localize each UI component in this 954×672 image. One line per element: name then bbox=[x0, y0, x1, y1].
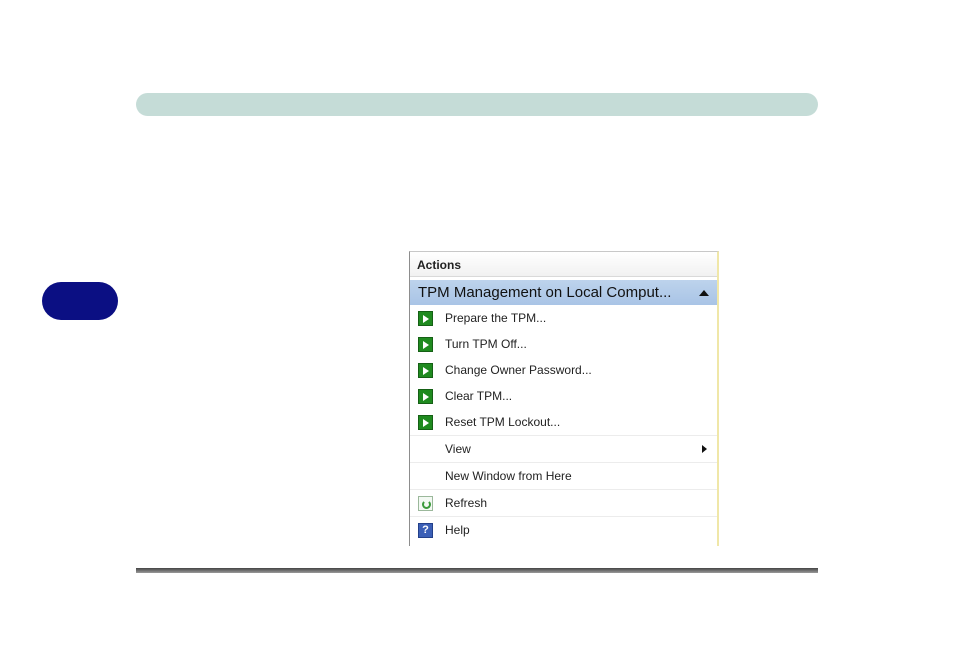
actions-panel-title: Actions bbox=[410, 252, 717, 277]
help-icon: ? bbox=[418, 523, 433, 538]
action-label: Clear TPM... bbox=[445, 389, 513, 403]
header-bar bbox=[136, 93, 818, 116]
refresh-icon bbox=[418, 496, 433, 511]
action-list: Prepare the TPM... Turn TPM Off... Chang… bbox=[410, 305, 717, 543]
chapter-tab bbox=[42, 282, 118, 320]
action-new-window-from-here[interactable]: New Window from Here bbox=[410, 462, 717, 489]
submenu-arrow-icon bbox=[702, 445, 707, 453]
action-label: Prepare the TPM... bbox=[445, 311, 547, 325]
collapse-up-icon[interactable] bbox=[699, 290, 709, 296]
action-reset-tpm-lockout[interactable]: Reset TPM Lockout... bbox=[410, 409, 717, 435]
action-turn-tpm-off[interactable]: Turn TPM Off... bbox=[410, 331, 717, 357]
tpm-management-section-header[interactable]: TPM Management on Local Comput... bbox=[410, 280, 717, 305]
action-help[interactable]: ? Help bbox=[410, 516, 717, 543]
section-label: TPM Management on Local Comput... bbox=[418, 284, 672, 301]
action-label: Refresh bbox=[445, 496, 488, 510]
action-refresh[interactable]: Refresh bbox=[410, 489, 717, 516]
action-label: View bbox=[445, 442, 471, 456]
action-change-owner-password[interactable]: Change Owner Password... bbox=[410, 357, 717, 383]
bottom-divider bbox=[136, 568, 818, 573]
action-label: Reset TPM Lockout... bbox=[445, 415, 561, 429]
green-arrow-icon bbox=[418, 363, 433, 378]
green-arrow-icon bbox=[418, 415, 433, 430]
action-label: Change Owner Password... bbox=[445, 363, 592, 377]
green-arrow-icon bbox=[418, 311, 433, 326]
action-clear-tpm[interactable]: Clear TPM... bbox=[410, 383, 717, 409]
action-view[interactable]: View bbox=[410, 435, 717, 462]
action-label: Turn TPM Off... bbox=[445, 337, 527, 351]
green-arrow-icon bbox=[418, 389, 433, 404]
actions-panel: Actions TPM Management on Local Comput..… bbox=[409, 251, 719, 546]
action-label: New Window from Here bbox=[445, 469, 572, 483]
green-arrow-icon bbox=[418, 337, 433, 352]
action-label: Help bbox=[445, 523, 470, 537]
action-prepare-tpm[interactable]: Prepare the TPM... bbox=[410, 305, 717, 331]
